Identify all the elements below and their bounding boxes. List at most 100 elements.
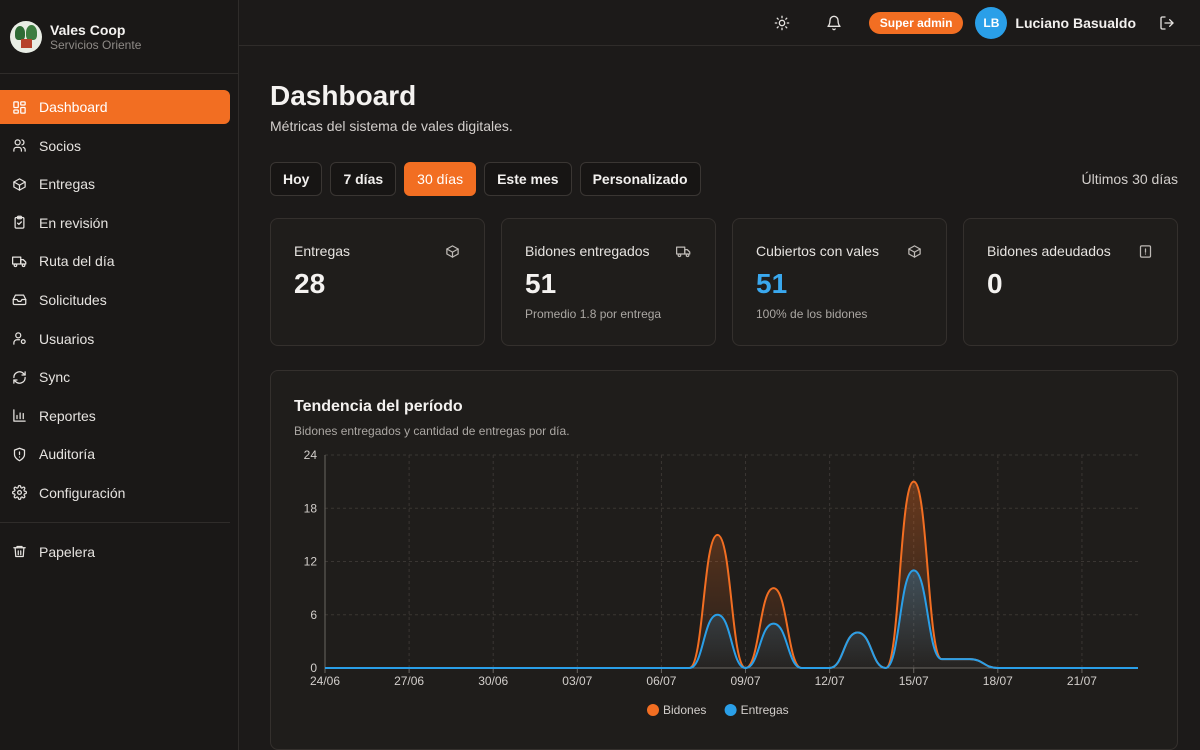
logout-icon[interactable]: [1158, 14, 1176, 32]
dashboard-icon: [13, 100, 26, 114]
metric-card-title: Bidones adeudados: [987, 243, 1111, 259]
sidebar-item-auditoria[interactable]: Auditoría: [0, 437, 230, 471]
metric-card-value: 51: [756, 268, 788, 299]
legend-label-bidones: Bidones: [663, 703, 706, 717]
x-tick-label: 06/07: [646, 674, 676, 688]
range-selector: Hoy 7 días 30 días Este mes Personalizado Úl…: [270, 162, 1178, 196]
sidebar-item-label: Solicitudes: [39, 291, 107, 308]
metric-card: Entregas 28: [270, 218, 485, 346]
sidebar-item-sync[interactable]: Sync: [0, 360, 230, 394]
truck-icon: [676, 246, 691, 258]
sidebar-item-label: Usuarios: [39, 330, 95, 347]
brand[interactable]: Vales Coop Servicios Oriente: [0, 0, 238, 74]
x-tick-label: 18/07: [983, 674, 1013, 688]
x-tick-label: 03/07: [562, 674, 592, 688]
box-icon: [13, 177, 26, 191]
x-tick-label: 12/07: [815, 674, 845, 688]
trend-chart: 0 6 12 18 24 24/06 27/06 30/06 03/07 06/07 09/07 12…: [304, 448, 1138, 717]
metric-card-note: 100% de los bidones: [756, 307, 868, 321]
x-tick-label: 27/06: [394, 674, 424, 688]
sidebar-item-reportes[interactable]: Reportes: [0, 399, 230, 433]
alert-icon: [1139, 245, 1152, 258]
sidebar-item-socios[interactable]: Socios: [0, 129, 230, 163]
brand-subtitle: Servicios Oriente: [50, 37, 142, 52]
trend-chart-card: Tendencia del período Bidones entregados…: [270, 370, 1178, 750]
avatar[interactable]: LB: [975, 6, 1008, 39]
sidebar-item-label: Papelera: [39, 543, 96, 560]
brand-logo: [10, 20, 42, 53]
sidebar-item-dashboard[interactable]: Dashboard: [0, 90, 230, 124]
user-name[interactable]: Luciano Basualdo: [1015, 15, 1136, 31]
clipboard-icon: [14, 215, 25, 230]
range-button-personalizado[interactable]: Personalizado: [579, 162, 701, 196]
y-tick-label: 6: [310, 608, 317, 622]
x-tick-label: 24/06: [310, 674, 340, 688]
sidebar-item-papelera[interactable]: Papelera: [0, 535, 230, 569]
y-tick-label: 18: [304, 501, 318, 515]
range-button-7-dias[interactable]: 7 días: [330, 162, 397, 196]
gear-icon: [12, 485, 27, 501]
sidebar-item-usuarios[interactable]: Usuarios: [0, 322, 230, 356]
role-badge: Super admin: [868, 11, 964, 34]
inbox-icon: [12, 294, 27, 306]
sidebar-item-solicitudes[interactable]: Solicitudes: [0, 283, 230, 317]
box-icon: [446, 245, 459, 258]
range-button-30-dias[interactable]: 30 días: [404, 162, 477, 196]
page-title: Dashboard: [270, 80, 417, 111]
notifications-bell-icon[interactable]: [825, 14, 843, 32]
legend-marker-bidones: [647, 704, 659, 716]
sidebar-item-ruta-del-dia[interactable]: Ruta del día: [0, 244, 230, 278]
sidebar-item-label: Configuración: [39, 484, 126, 501]
users-icon: [13, 139, 26, 152]
sidebar-nav: Dashboard Socios Entregas En revisión Ruta d…: [0, 74, 238, 573]
x-tick-label: 30/06: [478, 674, 508, 688]
sidebar-item-label: En revisión: [39, 214, 109, 231]
sidebar-item-entregas[interactable]: Entregas: [0, 167, 230, 201]
sidebar-item-label: Auditoría: [39, 446, 96, 463]
metric-card-title: Cubiertos con vales: [756, 243, 879, 259]
box-icon: [908, 245, 921, 258]
sidebar: Vales Coop Servicios Oriente Dashboard So…: [0, 0, 239, 750]
sync-icon: [13, 370, 26, 384]
bar-chart-icon: [13, 409, 26, 422]
metric-card: Bidones entregados 51 Promedio 1.8 por ent…: [501, 218, 716, 346]
sidebar-item-en-revision[interactable]: En revisión: [0, 206, 230, 240]
legend-marker-entregas: [724, 704, 737, 716]
metric-card: Bidones adeudados 0: [963, 218, 1178, 346]
sidebar-divider: [0, 521, 230, 523]
metric-card-value: 0: [987, 268, 1003, 299]
x-tick-label: 09/07: [731, 674, 761, 688]
sidebar-item-label: Sync: [39, 369, 71, 386]
metric-card-title: Bidones entregados: [525, 243, 650, 259]
brand-title: Vales Coop: [50, 21, 126, 38]
sidebar-item-label: Socios: [39, 137, 82, 154]
range-button-hoy[interactable]: Hoy: [270, 162, 323, 196]
metric-card-value: 28: [294, 268, 326, 299]
legend-label-entregas: Entregas: [741, 703, 789, 717]
sidebar-item-label: Reportes: [39, 407, 96, 424]
metric-cards: Entregas 28 Bidones entregados 51 Promedio 1…: [270, 218, 1178, 346]
y-tick-label: 0: [310, 661, 317, 675]
user-gear-icon: [13, 332, 26, 345]
sidebar-item-label: Entregas: [39, 176, 96, 193]
truck-icon: [12, 256, 27, 267]
sidebar-item-label: Dashboard: [39, 99, 108, 115]
y-tick-label: 12: [304, 555, 318, 569]
page-subtitle: Métricas del sistema de vales digitales.: [270, 118, 513, 134]
metric-card-value: 51: [525, 268, 557, 299]
range-label: Últimos 30 días: [1081, 171, 1178, 187]
x-tick-label: 21/07: [1067, 674, 1097, 688]
metric-card-title: Entregas: [294, 243, 351, 259]
theme-toggle-sun-icon[interactable]: [773, 14, 791, 32]
sidebar-item-configuracion[interactable]: Configuración: [0, 476, 230, 510]
range-button-este-mes[interactable]: Este mes: [484, 162, 572, 196]
trash-icon: [13, 545, 26, 558]
x-tick-label: 15/07: [899, 674, 929, 688]
topbar: Super admin LB Luciano Basualdo: [239, 0, 1200, 46]
metric-card-note: Promedio 1.8 por entrega: [525, 307, 662, 321]
metric-card: Cubiertos con vales 51 100% de los bidones: [732, 218, 947, 346]
dashboard-content: Dashboard Métricas del sistema de vales …: [239, 46, 1200, 750]
shield-icon: [13, 447, 26, 462]
sidebar-item-label: Ruta del día: [39, 253, 115, 270]
y-tick-label: 24: [304, 448, 318, 462]
